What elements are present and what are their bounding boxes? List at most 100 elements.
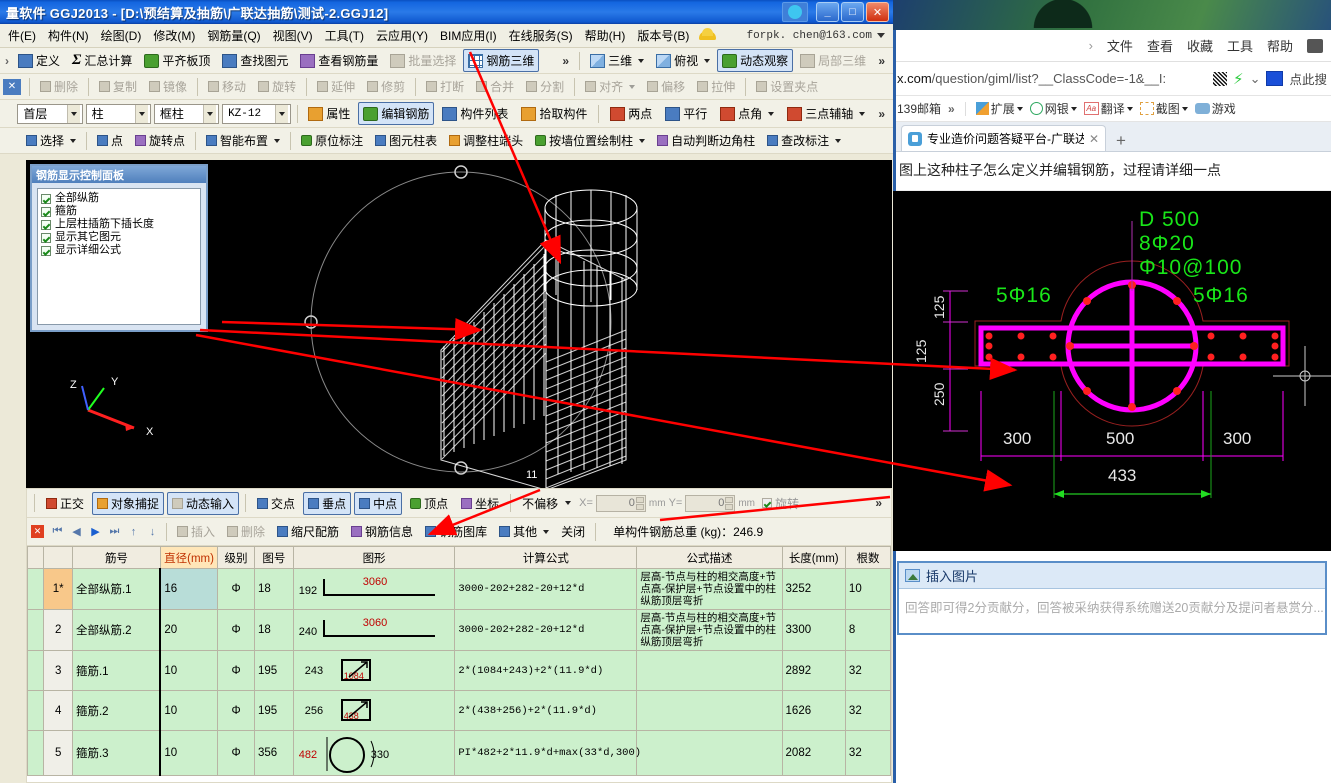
cell-description[interactable]: 层高-节点与柱的相交高度+节点高-保护层+节点设置中的柱纵筋顶层弯折 [636,609,783,651]
spinner-icon[interactable] [725,496,734,510]
insert-image-icon[interactable] [905,569,920,582]
browser-menu-view[interactable]: 查看 [1147,36,1173,55]
table-row[interactable]: 1* 全部纵筋.1 16 Φ 18 192 3060 3000-202+282-… [27,568,891,610]
move-up-icon[interactable]: ↑ [125,523,142,540]
bookmark-extensions[interactable]: 扩展 [975,100,1023,117]
rebar-option-all-longitudinal[interactable]: 全部纵筋 [41,192,197,205]
cell-figure[interactable]: 192 3060 [292,568,456,610]
check-label-button[interactable]: 查改标注 [762,129,846,152]
toolbar-view-rebar-button[interactable]: 查看钢筋量 [295,49,383,72]
cell-formula[interactable]: 2*(1084+243)+2*(11.9*d) [454,650,638,691]
cell-diameter[interactable]: 20 [159,609,219,651]
checkbox-icon[interactable] [41,219,51,230]
select-tool-button[interactable]: 选择 [21,129,81,152]
cell-figure-no[interactable]: 18 [253,609,294,651]
col-header-formula[interactable]: 计算公式 [454,546,638,569]
rebar-option-show-detail-formula[interactable]: 显示详细公式 [41,244,197,257]
cell-count[interactable]: 32 [844,690,891,731]
cell-figure-no[interactable]: 18 [253,568,294,610]
checkbox-icon[interactable] [41,232,51,243]
cell-rebar-no[interactable]: 全部纵筋.1 [71,568,161,610]
browser-menu-favorites[interactable]: 收藏 [1187,36,1213,55]
row-number[interactable]: 5 [43,730,73,776]
minimize-button[interactable]: _ [816,2,839,22]
bookmark-139mail[interactable]: 139邮箱 [897,100,941,117]
spinner-icon[interactable] [635,496,644,510]
col-header-length[interactable]: 长度(mm) [781,546,846,569]
toolbar-summary-calc-button[interactable]: Σ 汇总计算 [67,49,137,72]
rebar-library-button[interactable]: 钢筋图库 [420,520,492,543]
cell-grade[interactable]: Φ [217,609,255,651]
dyn-input-toggle[interactable]: 动态输入 [167,491,240,515]
properties-button[interactable]: 属性 [303,102,355,125]
cell-rebar-no[interactable]: 箍筋.3 [71,730,161,776]
other-button[interactable]: 其他 [494,520,554,543]
cell-formula[interactable]: 3000-202+282-20+12*d [454,609,638,651]
cell-diameter[interactable]: 10 [159,690,219,731]
cell-figure-no[interactable]: 195 [253,690,294,731]
snap-coordinate-button[interactable]: 坐标 [456,492,504,515]
chevron-down-icon[interactable] [638,58,645,63]
snap-intersection-button[interactable]: 交点 [252,492,300,515]
col-header-diameter[interactable]: 直径(mm) [159,546,219,569]
row-number[interactable]: 1* [43,568,73,610]
baidu-paw-icon[interactable] [1266,71,1284,86]
auto-corner-column-button[interactable]: 自动判断边角柱 [652,129,760,152]
toolbar-define-button[interactable]: 定义 [13,49,65,72]
rotate-point-button[interactable]: 旋转点 [130,129,190,152]
osnap-toggle[interactable]: 对象捕捉 [92,491,165,515]
edit-rebar-button[interactable]: 编辑钢筋 [358,102,435,125]
bookmark-games[interactable]: 游戏 [1194,100,1236,117]
scale-rebar-button[interactable]: 缩尺配筋 [272,520,344,543]
cell-diameter[interactable]: 10 [159,730,219,776]
close-grid-button[interactable]: 关闭 [556,520,590,543]
menu-item-draw[interactable]: 绘图(D) [95,24,148,47]
cell-figure-no[interactable]: 195 [253,650,294,691]
table-row[interactable]: 4 箍筋.2 10 Φ 195 256 438 2*(438+256)+2*(1… [27,690,891,731]
chevron-down-icon[interactable]: ⌄ [1250,71,1261,87]
toolbar-3d-view-button[interactable]: 三维 [585,49,649,72]
cell-figure[interactable]: 482 330 [292,730,456,776]
row-number[interactable]: 4 [43,690,73,731]
cell-rebar-no[interactable]: 全部纵筋.2 [71,609,161,651]
member-selector[interactable]: KZ-12 [222,103,291,124]
cell-description[interactable]: 层高-节点与柱的相交高度+节点高-保护层+节点设置中的柱纵筋顶层弯折 [636,568,783,610]
menu-item-online-service[interactable]: 在线服务(S) [503,24,579,47]
selector-overflow-chevron[interactable]: » [873,107,890,121]
snap-midpoint-button[interactable]: 中点 [354,491,403,515]
cell-figure[interactable]: 240 3060 [292,609,456,651]
offset-mode-selector[interactable]: 不偏移 [517,492,576,515]
3d-viewport[interactable]: X Y Z 11 钢筋显示控制面板 全部纵筋 箍筋 上层柱插筋下插长度 显示其它… [26,160,892,488]
adjust-column-end-button[interactable]: 调整柱端头 [444,129,528,152]
cell-formula[interactable]: 3000-202+282-20+12*d [454,568,638,610]
col-header-description[interactable]: 公式描述 [636,546,783,569]
three-point-axis-button[interactable]: 三点辅轴 [782,102,870,125]
draw-column-wall-button[interactable]: 按墙位置绘制柱 [530,129,650,152]
grid-close-icon[interactable]: ✕ [31,525,44,538]
tab-close-icon[interactable]: ✕ [1089,132,1099,146]
cell-figure[interactable]: 243 1084 [292,650,456,691]
toolbar-overflow-chevron[interactable]: » [557,54,574,68]
toolbar-scroll-left-icon[interactable]: › [3,54,11,68]
browser-menu-tools[interactable]: 工具 [1227,36,1253,55]
answer-textarea[interactable]: 回答即可得2分贡献分，回答被采纳获得系统赠送20贡献分及提问者悬赏分... [899,589,1325,633]
new-tab-button[interactable]: + [1116,131,1126,151]
bookmark-banking[interactable]: 网银 [1029,100,1077,117]
col-header-figure[interactable]: 图形 [292,546,456,569]
col-header-count[interactable]: 根数 [844,546,891,569]
cell-description[interactable] [636,690,783,731]
url-input[interactable]: x.com/question/giml/list?__ClassCode=-1&… [897,71,1207,86]
cell-grade[interactable]: Φ [217,730,255,776]
menu-item-rebar-qty[interactable]: 钢筋量(Q) [201,24,266,47]
col-header-figure-no[interactable]: 图号 [253,546,294,569]
browser-menu-help[interactable]: 帮助 [1267,36,1293,55]
toolbar-right-overflow[interactable]: » [873,54,890,68]
cell-grade[interactable]: Φ [217,650,255,691]
pick-member-button[interactable]: 拾取构件 [516,102,592,125]
prev-record-icon[interactable]: ◀ [68,523,85,540]
cell-rebar-no[interactable]: 箍筋.2 [71,690,161,731]
category-selector[interactable]: 柱 [85,103,151,124]
close-button[interactable]: ✕ [866,2,889,22]
smart-layout-button[interactable]: 智能布置 [201,129,285,152]
menu-item-tools[interactable]: 工具(T) [319,24,370,47]
